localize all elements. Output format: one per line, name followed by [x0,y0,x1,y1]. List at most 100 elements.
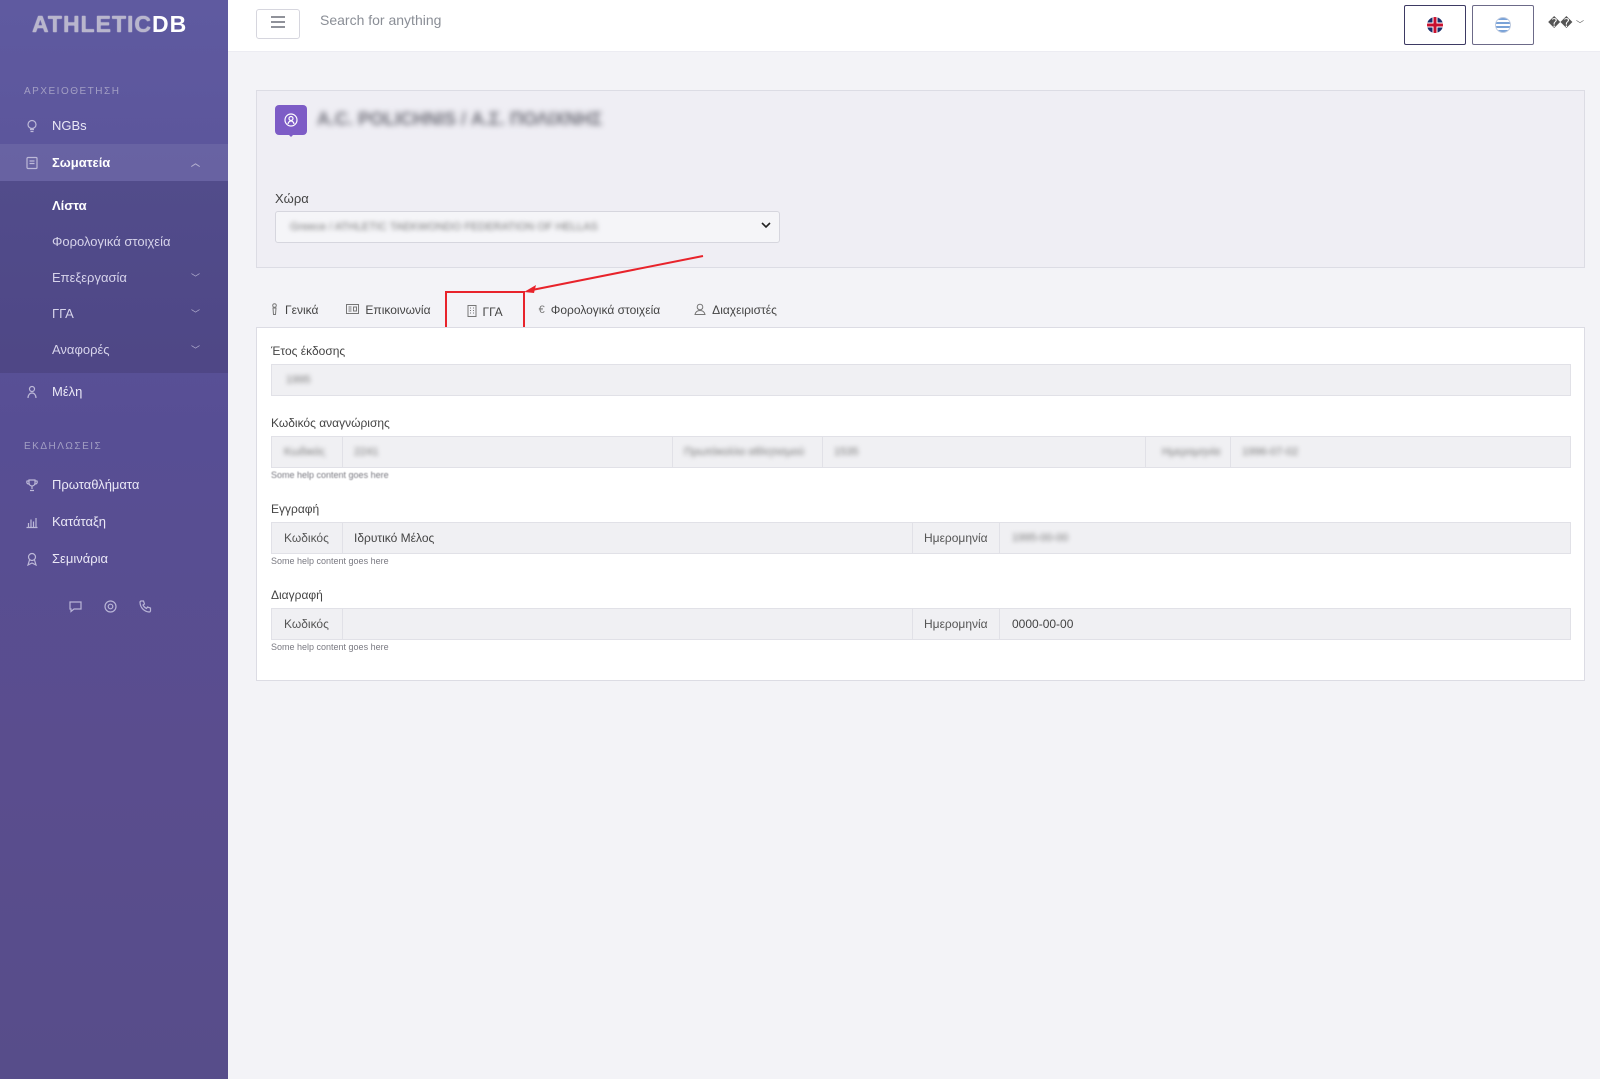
person-icon [270,302,279,318]
deletion-code-input[interactable] [354,609,894,639]
tab-label: ΓΓΑ [482,305,503,319]
sidebar-subitem-reports[interactable]: Αναφορές ﹀ [0,331,228,367]
bar-chart-icon [24,514,40,530]
sidebar-item-label: Κατάταξη [52,514,107,529]
sidebar-item-members[interactable]: Μέλη [0,373,228,410]
recognition-code-label: Κωδικός [284,446,326,458]
registration-help-text: Some help content goes here [271,556,389,566]
user-menu-label: �� [1548,16,1573,30]
recognition-date-value: 1996-07-02 [1242,446,1299,458]
uk-flag-icon [1427,17,1443,33]
euro-icon: € [538,304,545,316]
support-icon[interactable] [103,599,118,618]
greek-flag-icon [1495,17,1511,33]
user-menu[interactable]: �� ﹀ [1548,16,1584,30]
field-separator [342,437,343,467]
sidebar-subitem-label: Λίστα [52,197,87,213]
recognition-help-text: Some help content goes here [271,470,389,480]
registration-code-label: Κωδικός [284,531,329,545]
club-avatar-icon [275,105,307,137]
chat-icon[interactable] [68,599,83,618]
tab-label: Φορολογικά στοιχεία [550,303,661,317]
sidebar-item-label: Μέλη [52,384,83,399]
recognition-label: Κωδικός αναγνώρισης [271,416,390,430]
tab-admins[interactable]: Διαχειριστές [674,292,791,328]
menu-toggle-button[interactable] [256,9,300,39]
field-separator [912,523,913,553]
search-input[interactable]: Search for anything [320,12,441,28]
sidebar-subitem-list[interactable]: Λίστα [0,187,228,223]
tab-label: Επικοινωνία [365,303,431,317]
year-label: Έτος έκδοσης [271,344,346,358]
document-icon [24,155,40,171]
sidebar-item-label: Πρωταθλήματα [52,477,140,492]
sidebar-item-label: NGBs [52,118,87,133]
sidebar-item-seminars[interactable]: Σεμινάρια [0,540,228,577]
club-name: A.C. POLICHNIS / Α.Σ. ΠΟΛΙΧΝΗΣ [317,109,603,129]
logo-text-athletic: ATHLETIC [32,10,153,37]
building-icon [467,304,477,320]
sidebar-footer-icons [0,599,228,618]
person-icon [24,384,40,400]
field-separator [342,523,343,553]
deletion-date-label: Ημερομηνία [924,617,988,631]
deletion-field-group: Κωδικός Ημερομηνία 0000-00-00 [271,608,1571,640]
club-header-card: A.C. POLICHNIS / Α.Σ. ΠΟΛΙΧΝΗΣ Χώρα Gree… [256,90,1585,268]
tab-general[interactable]: Γενικά [256,292,332,328]
year-field[interactable]: 1995 [271,364,1571,396]
sidebar-subitem-label: Επεξεργασία [52,269,127,285]
field-separator [672,437,673,467]
contact-card-icon [346,303,360,317]
field-separator [822,437,823,467]
field-separator [1230,437,1231,467]
annotation-arrow [524,255,704,293]
logo-text-db: DB [152,10,188,37]
sidebar-subitem-processing[interactable]: Επεξεργασία ﹀ [0,259,228,295]
registration-field-group: Κωδικός Ιδρυτικό Μέλος Ημερομηνία 1995-0… [271,522,1571,554]
gga-content-card: Έτος έκδοσης 1995 Κωδικός αναγνώρισης Κω… [256,327,1585,681]
recognition-code-value: 2241 [354,446,379,458]
deletion-code-label: Κωδικός [284,617,329,631]
deletion-label: Διαγραφή [271,588,323,602]
sidebar-item-championships[interactable]: Πρωταθλήματα [0,466,228,503]
recognition-protocol-value: 1535 [834,446,859,458]
country-select[interactable]: Greece / ATHLETIC TAEKWONDO FEDERATION O… [275,211,780,243]
sidebar-subitem-label: ΓΓΑ [52,305,74,321]
award-icon [24,551,40,567]
field-separator [999,523,1000,553]
tab-label: Γενικά [285,303,319,317]
sidebar-item-ngbs[interactable]: NGBs [0,107,228,144]
registration-code-input[interactable]: Ιδρυτικό Μέλος [354,523,894,553]
country-label: Χώρα [275,191,309,206]
deletion-date-input[interactable]: 0000-00-00 [1012,609,1073,639]
language-button-greek[interactable] [1472,5,1534,45]
sidebar: ATHLETIC DB ΑΡΧΕΙΟΘΕΤΗΣΗ NGBs Σωματεία ︿ … [0,0,228,1079]
sidebar-subitem-gga[interactable]: ΓΓΑ ﹀ [0,295,228,331]
chevron-up-icon: ︿ [190,158,200,168]
field-separator [912,609,913,639]
sidebar-item-clubs[interactable]: Σωματεία ︿ [0,144,228,181]
chevron-down-icon: ﹀ [190,308,200,319]
registration-date-input[interactable]: 1995-00-00 [1012,532,1068,544]
chevron-down-icon: ﹀ [1575,20,1584,29]
chevron-down-icon: ﹀ [190,344,200,355]
sidebar-item-ranking[interactable]: Κατάταξη [0,503,228,540]
sidebar-subitem-label: Αναφορές [52,341,110,357]
field-separator [1145,437,1146,467]
club-tabs: Γενικά Επικοινωνία ΓΓΑ € Φορολογικά στοι… [256,291,791,333]
trophy-icon [24,477,40,493]
lightbulb-icon [24,118,40,134]
tab-tax[interactable]: € Φορολογικά στοιχεία [525,292,675,328]
recognition-field-group: Κωδικός 2241 Πρωτόκολλο αθλητισμού 1535 … [271,436,1571,468]
app-logo[interactable]: ATHLETIC DB [0,0,228,48]
tab-contact[interactable]: Επικοινωνία [332,292,444,328]
sidebar-subitem-tax[interactable]: Φορολογικά στοιχεία [0,223,228,259]
phone-icon[interactable] [138,599,153,618]
hamburger-icon [270,15,286,33]
tab-label: Διαχειριστές [712,303,777,317]
language-button-english[interactable] [1404,5,1466,45]
user-icon [694,303,706,318]
field-separator [342,609,343,639]
recognition-date-label: Ημερομηνία [1162,446,1221,458]
sidebar-item-label: Σωματεία [52,155,111,170]
